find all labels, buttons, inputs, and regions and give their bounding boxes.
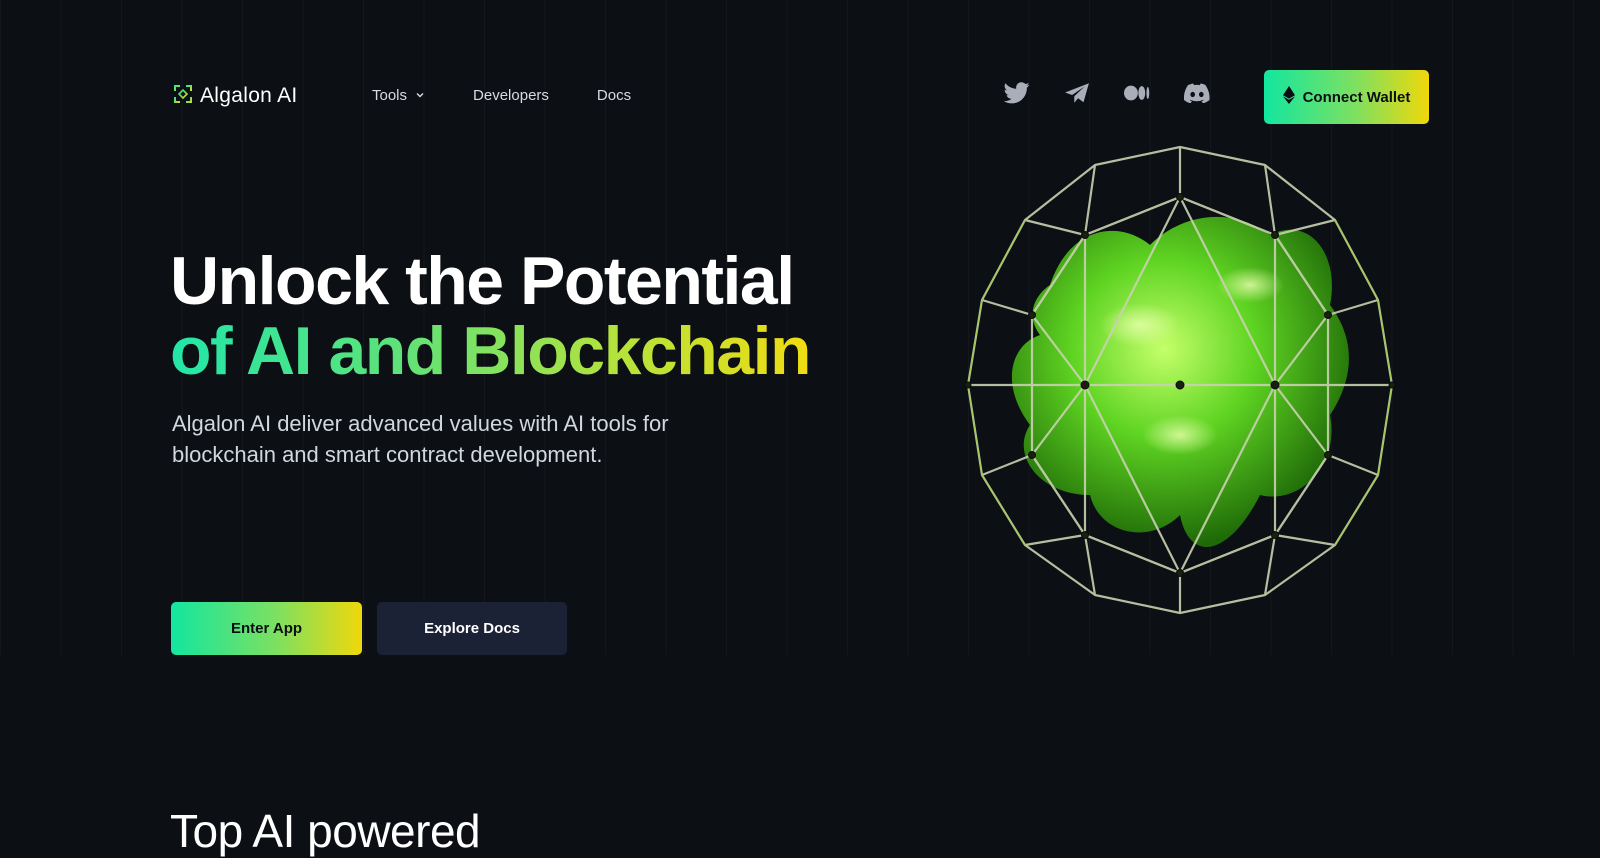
hero-subtitle: Algalon AI deliver advanced values with … bbox=[172, 411, 669, 467]
top-navigation: Algalon AI Tools Developers Docs Connect… bbox=[0, 0, 1600, 140]
main-menu: Tools Developers Docs bbox=[372, 87, 631, 104]
brand-name: Algalon AI bbox=[200, 84, 298, 107]
social-links bbox=[1004, 80, 1210, 106]
enter-app-button[interactable]: Enter App bbox=[171, 602, 362, 655]
nav-item-tools[interactable]: Tools bbox=[372, 87, 425, 104]
nav-item-tools-label: Tools bbox=[372, 87, 408, 104]
hero-title-line1: Unlock the Potential bbox=[170, 243, 795, 319]
connect-wallet-label: Connect Wallet bbox=[1302, 88, 1411, 106]
nav-item-developers[interactable]: Developers bbox=[473, 87, 549, 104]
connect-wallet-button[interactable]: Connect Wallet bbox=[1264, 70, 1429, 124]
medium-icon[interactable] bbox=[1124, 80, 1150, 106]
discord-icon[interactable] bbox=[1184, 80, 1210, 106]
twitter-icon[interactable] bbox=[1004, 80, 1030, 106]
hero-title-line2: of AI and Blockchain bbox=[170, 313, 812, 389]
algalon-logo-icon bbox=[172, 83, 194, 110]
nav-item-docs[interactable]: Docs bbox=[597, 87, 631, 104]
hero-title: Unlock the Potential of AI and Blockchai… bbox=[170, 243, 812, 389]
explore-docs-button[interactable]: Explore Docs bbox=[377, 602, 567, 655]
brand-logo[interactable]: Algalon AI bbox=[172, 84, 298, 108]
section-title: Top AI powered bbox=[170, 805, 481, 857]
telegram-icon[interactable] bbox=[1064, 80, 1090, 106]
hero-illustration bbox=[930, 135, 1430, 635]
chevron-down-icon bbox=[415, 87, 425, 104]
ethereum-icon bbox=[1282, 86, 1295, 108]
